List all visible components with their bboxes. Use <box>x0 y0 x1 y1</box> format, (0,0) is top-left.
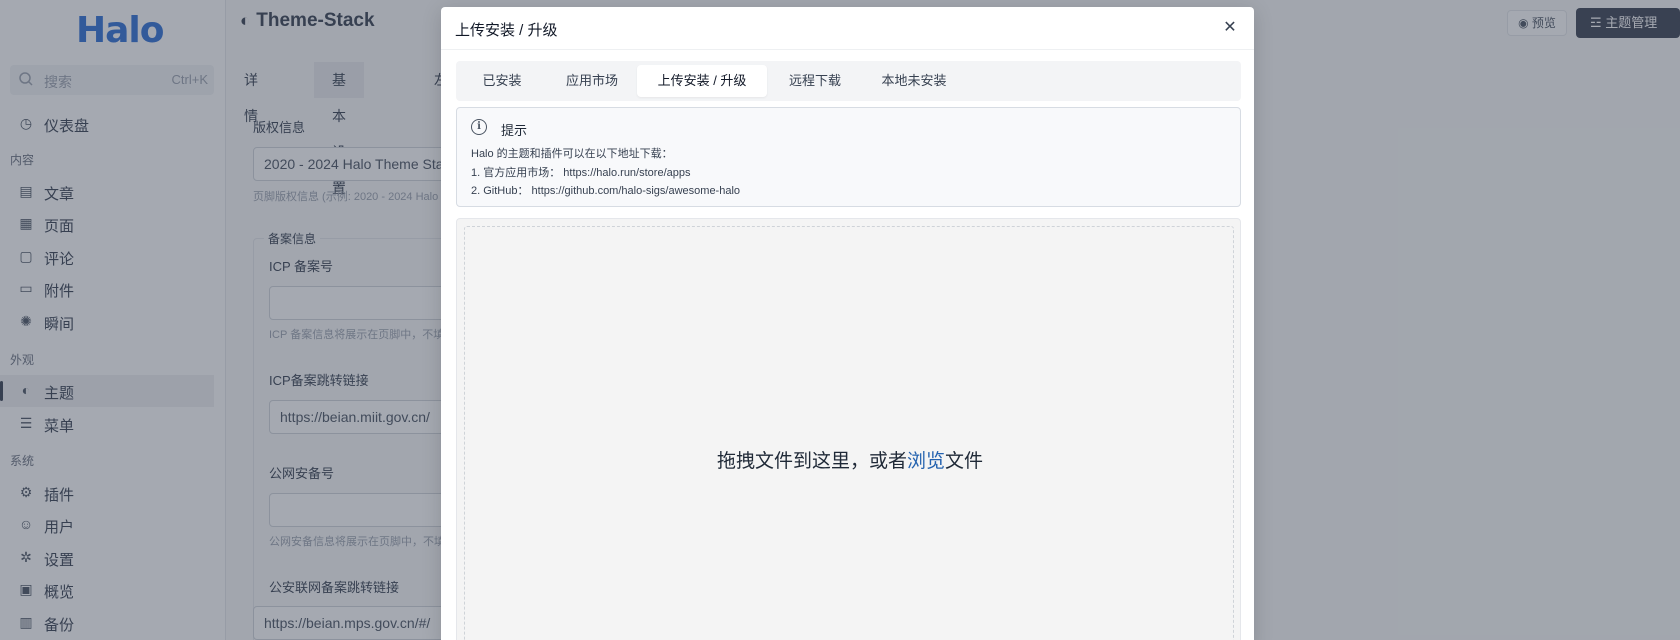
tab-local-uninstalled[interactable]: 本地未安装 <box>864 65 964 97</box>
dropzone-suffix: 文件 <box>945 451 984 472</box>
browse-link[interactable]: 浏览 <box>907 451 945 472</box>
close-icon[interactable]: ✕ <box>1221 19 1239 37</box>
alert-line: Halo 的主题和插件可以在以下地址下载： <box>471 148 673 160</box>
alert-title: 提示 <box>501 123 528 138</box>
tab-upload-install[interactable]: 上传安装 / 升级 <box>637 65 767 97</box>
alert-line: 1. 官方应用市场： https://halo.run/store/apps <box>471 167 691 179</box>
dropzone-text: 拖拽文件到这里，或者浏览文件 <box>465 446 1235 473</box>
modal-tabs: 已安装 应用市场 上传安装 / 升级 远程下载 本地未安装 <box>456 61 1241 101</box>
dropzone-prefix: 拖拽文件到这里，或者 <box>716 451 907 472</box>
modal-header: 上传安装 / 升级 ✕ <box>441 7 1254 50</box>
upload-modal: 上传安装 / 升级 ✕ 已安装 应用市场 上传安装 / 升级 远程下载 本地未安… <box>441 7 1254 640</box>
info-icon: i <box>471 119 487 135</box>
tab-installed[interactable]: 已安装 <box>462 65 542 97</box>
modal-title: 上传安装 / 升级 <box>455 22 558 39</box>
alert-line: 2. GitHub： https://github.com/halo-sigs/… <box>471 185 741 197</box>
upload-dropzone[interactable]: 拖拽文件到这里，或者浏览文件 <box>456 218 1241 640</box>
tab-remote-download[interactable]: 远程下载 <box>771 65 859 97</box>
dropzone-dashed-area[interactable]: 拖拽文件到这里，或者浏览文件 <box>464 226 1234 640</box>
tab-app-market[interactable]: 应用市场 <box>548 65 636 97</box>
tip-alert: i 提示 Halo 的主题和插件可以在以下地址下载： 1. 官方应用市场： ht… <box>456 107 1241 207</box>
